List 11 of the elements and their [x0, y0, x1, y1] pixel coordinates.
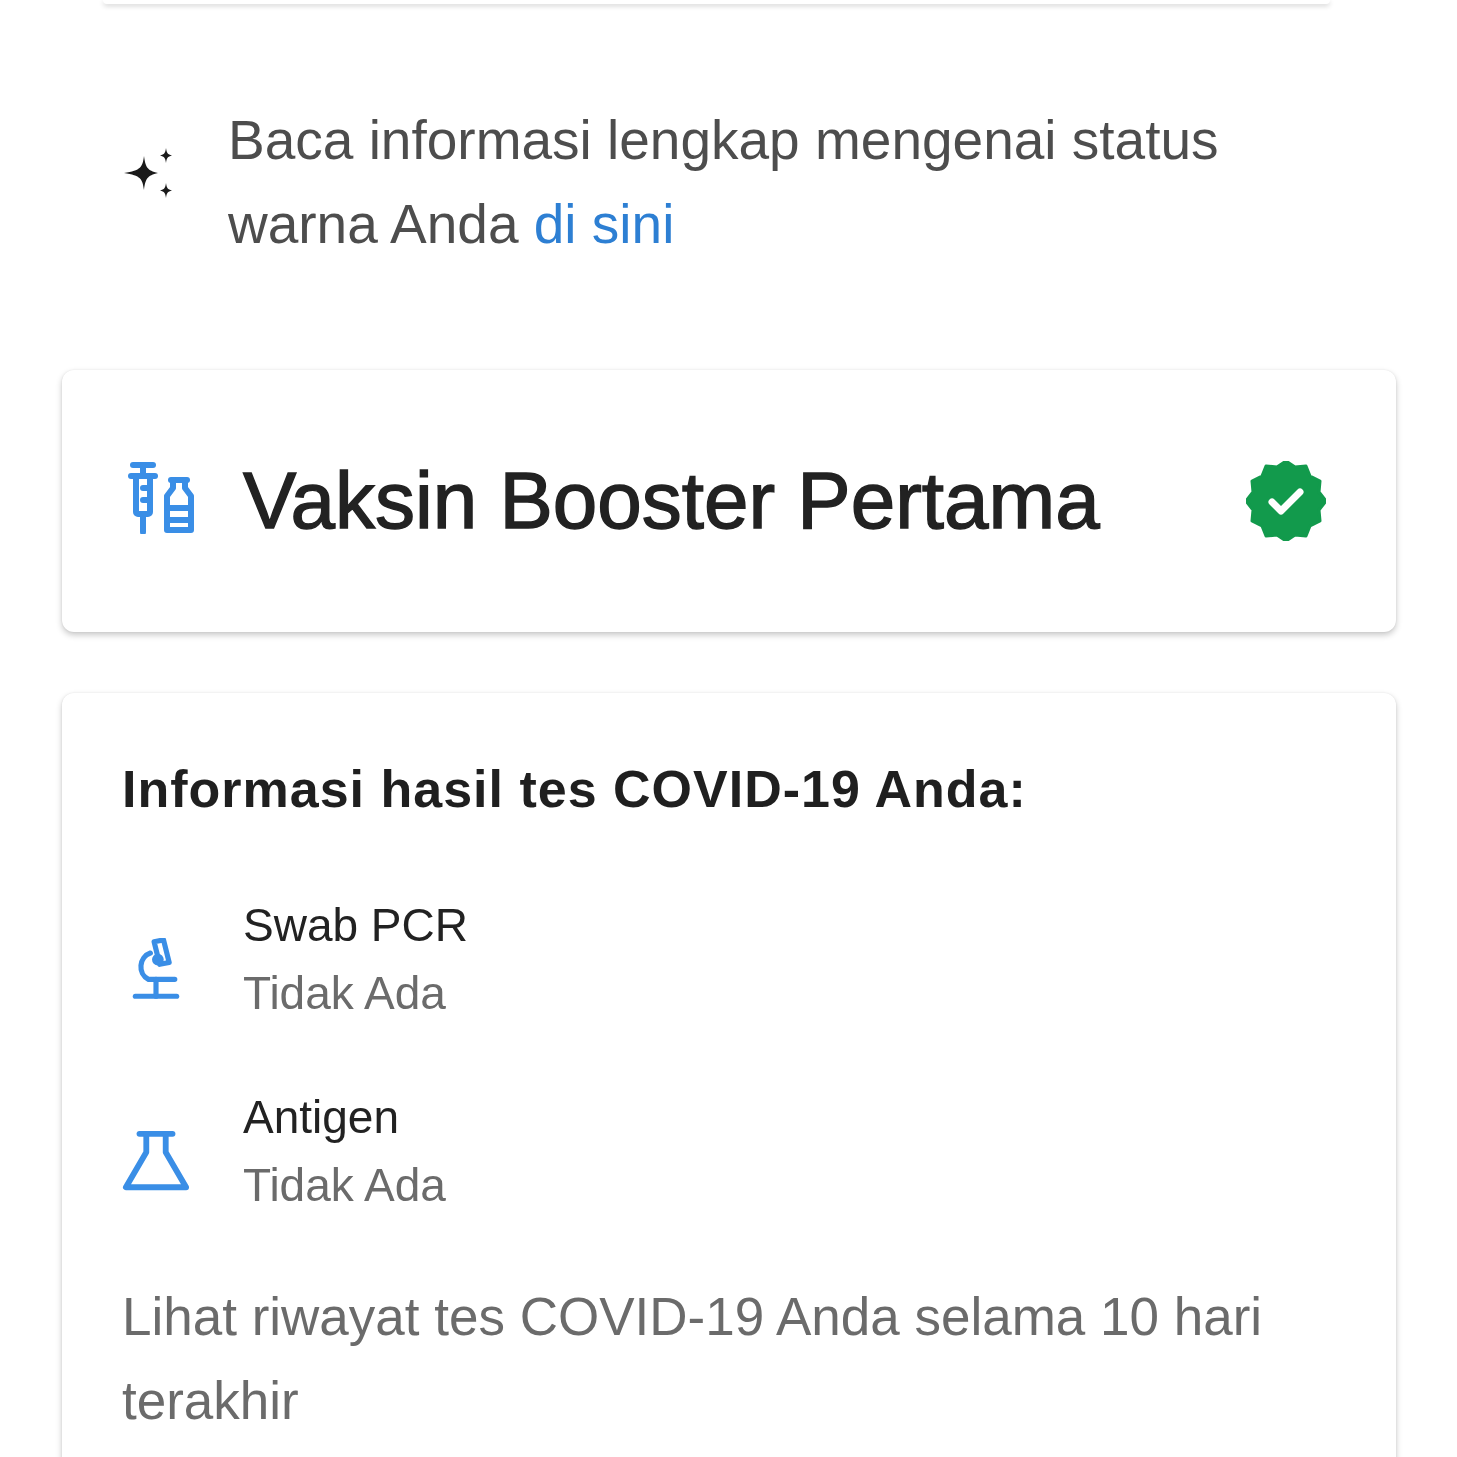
test-results-heading: Informasi hasil tes COVID-19 Anda:	[122, 759, 1028, 819]
history-text: Lihat riwayat tes COVID-19 Anda selama 10 hari terakhir	[122, 1286, 1264, 1432]
vaccine-title: Vaksin Booster Pertama	[243, 455, 1101, 547]
info-link[interactable]: di sini	[533, 193, 675, 255]
test-name: Antigen	[243, 1090, 399, 1145]
syringe-vial-icon	[127, 462, 195, 534]
test-result: Tidak Ada	[243, 1158, 446, 1213]
test-name: Swab PCR	[243, 898, 468, 953]
flask-icon	[122, 1130, 190, 1192]
test-result: Tidak Ada	[243, 966, 446, 1021]
info-text: Baca informasi lengkap mengenai status warna Anda di sini	[228, 108, 1220, 257]
